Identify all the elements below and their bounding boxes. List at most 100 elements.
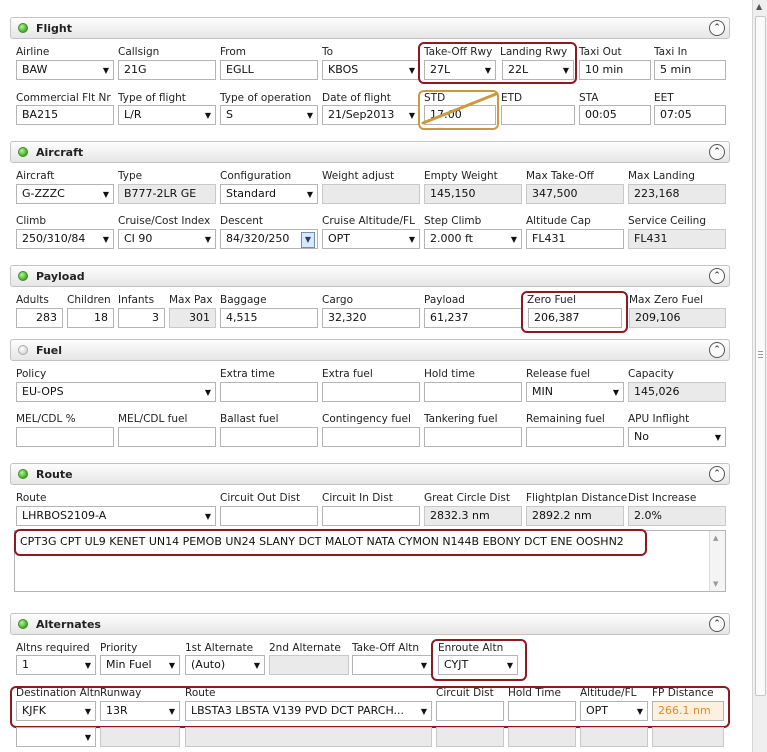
tankering-fuel-input[interactable] — [424, 427, 522, 447]
std-input[interactable]: 17:00 — [424, 105, 496, 125]
taxi-out-input[interactable]: 10 min — [579, 60, 651, 80]
adults-input[interactable]: 283 — [16, 308, 63, 328]
commercial-flt-input[interactable]: BA215 — [16, 105, 114, 125]
airline-select[interactable]: BAW — [16, 60, 114, 80]
altitude-fl-field-2 — [580, 727, 648, 747]
aircraft-section-header[interactable]: Aircraft ⌃ — [10, 141, 730, 163]
runway-label: Runway — [100, 687, 142, 699]
takeoff-altn-select[interactable] — [352, 655, 432, 675]
max-takeoff-label: Max Take-Off — [526, 170, 594, 182]
policy-label: Policy — [16, 368, 47, 380]
zero-fuel-input[interactable]: 206,387 — [528, 308, 622, 328]
takeoff-rwy-select[interactable]: 27L — [424, 60, 496, 80]
cruise-altitude-select[interactable]: OPT — [322, 229, 420, 249]
extra-fuel-input[interactable] — [322, 382, 420, 402]
scroll-down-icon[interactable]: ▼ — [713, 580, 718, 588]
release-fuel-select[interactable]: MIN — [526, 382, 624, 402]
cargo-input[interactable]: 32,320 — [322, 308, 420, 328]
hold-time-alt-input[interactable] — [508, 701, 576, 721]
aircraft-select[interactable]: G-ZZZC — [16, 184, 114, 204]
callsign-input[interactable]: 21G — [118, 60, 216, 80]
cruise-cost-index-select[interactable]: CI 90 — [118, 229, 216, 249]
max-pax-field: 301 — [169, 308, 216, 328]
infants-input[interactable]: 3 — [118, 308, 165, 328]
hold-time-alt-label: Hold Time — [508, 687, 561, 699]
taxi-out-label: Taxi Out — [579, 46, 622, 58]
alt-route-select[interactable]: LBSTA3 LBSTA V139 PVD DCT PARCH... — [185, 701, 432, 721]
policy-select[interactable]: EU-OPS — [16, 382, 216, 402]
step-climb-select[interactable]: 2.000 ft — [424, 229, 522, 249]
date-of-flight-label: Date of flight — [322, 92, 391, 104]
alt-route-field-2 — [185, 727, 432, 747]
runway-field-2 — [100, 727, 180, 747]
scroll-up-icon[interactable]: ▲ — [756, 2, 762, 11]
payload-section-header[interactable]: Payload ⌃ — [10, 265, 730, 287]
route-textarea-scrollbar[interactable]: ▲ ▼ — [709, 531, 725, 591]
circuit-dist-input[interactable] — [436, 701, 504, 721]
date-of-flight-select[interactable]: 21/Sep2013 — [322, 105, 420, 125]
enroute-altn-label: Enroute Altn — [438, 642, 504, 654]
sta-input[interactable]: 00:05 — [579, 105, 651, 125]
altns-required-select[interactable]: 1 — [16, 655, 96, 675]
mel-cdl-fuel-input[interactable] — [118, 427, 216, 447]
destination-altn-select[interactable]: KJFK — [16, 701, 96, 721]
extra-time-input[interactable] — [220, 382, 318, 402]
etd-input[interactable] — [501, 105, 575, 125]
type-of-operation-select[interactable]: S — [220, 105, 318, 125]
chevron-up-icon[interactable]: ⌃ — [709, 20, 725, 36]
alt-route-label: Route — [185, 687, 216, 699]
children-input[interactable]: 18 — [67, 308, 114, 328]
route-select[interactable]: LHRBOS2109-A — [16, 506, 216, 526]
max-landing-label: Max Landing — [628, 170, 695, 182]
page-scrollbar[interactable]: ▲ — [752, 0, 767, 752]
chevron-up-icon[interactable]: ⌃ — [709, 144, 725, 160]
payload-input[interactable]: 61,237 — [424, 308, 522, 328]
altitude-fl-select[interactable]: OPT — [580, 701, 648, 721]
chevron-up-icon[interactable]: ⌃ — [709, 616, 725, 632]
chevron-up-icon[interactable]: ⌃ — [709, 268, 725, 284]
descent-select[interactable]: 84/320/250 — [220, 229, 318, 249]
landing-rwy-select[interactable]: 22L — [502, 60, 574, 80]
max-zero-fuel-field: 209,106 — [629, 308, 726, 328]
mel-cdl-pct-input[interactable] — [16, 427, 114, 447]
fuel-section-header[interactable]: Fuel ⌃ — [10, 339, 730, 361]
climb-select[interactable]: 250/310/84 — [16, 229, 114, 249]
configuration-select[interactable]: Standard — [220, 184, 318, 204]
remaining-fuel-input[interactable] — [526, 427, 624, 447]
hold-time-input[interactable] — [424, 382, 522, 402]
circuit-dist-label: Circuit Dist — [436, 687, 494, 699]
apu-inflight-select[interactable]: No — [628, 427, 726, 447]
from-input[interactable]: EGLL — [220, 60, 318, 80]
baggage-input[interactable]: 4,515 — [220, 308, 318, 328]
climb-label: Climb — [16, 215, 47, 227]
circuit-out-input[interactable] — [220, 506, 318, 526]
route-section-header[interactable]: Route ⌃ — [10, 463, 730, 485]
route-section-title: Route — [36, 468, 73, 481]
alternates-section-header[interactable]: Alternates ⌃ — [10, 613, 730, 635]
airline-label: Airline — [16, 46, 50, 58]
altitude-cap-label: Altitude Cap — [526, 215, 591, 227]
first-alternate-select[interactable]: (Auto) — [185, 655, 265, 675]
type-of-flight-select[interactable]: L/R — [118, 105, 216, 125]
circuit-dist-field-2 — [436, 727, 504, 747]
altitude-cap-input[interactable]: FL431 — [526, 229, 624, 249]
to-select[interactable]: KBOS — [322, 60, 420, 80]
grip-line — [758, 354, 763, 355]
flight-section-header[interactable]: Flight ⌃ — [10, 17, 730, 39]
scroll-up-icon[interactable]: ▲ — [713, 534, 718, 542]
taxi-in-input[interactable]: 5 min — [654, 60, 726, 80]
chevron-up-icon[interactable]: ⌃ — [709, 466, 725, 482]
etd-label: ETD — [501, 92, 523, 104]
ballast-fuel-input[interactable] — [220, 427, 318, 447]
contingency-fuel-input[interactable] — [322, 427, 420, 447]
altns-required-label: Altns required — [16, 642, 90, 654]
scrollbar-thumb[interactable] — [755, 16, 766, 696]
enroute-altn-select[interactable]: CYJT — [438, 655, 518, 675]
priority-select[interactable]: Min Fuel — [100, 655, 180, 675]
mel-cdl-pct-label: MEL/CDL % — [16, 413, 76, 425]
runway-select[interactable]: 13R — [100, 701, 180, 721]
chevron-up-icon[interactable]: ⌃ — [709, 342, 725, 358]
circuit-in-input[interactable] — [322, 506, 420, 526]
destination-altn-select-2[interactable] — [16, 727, 96, 747]
eet-input[interactable]: 07:05 — [654, 105, 726, 125]
